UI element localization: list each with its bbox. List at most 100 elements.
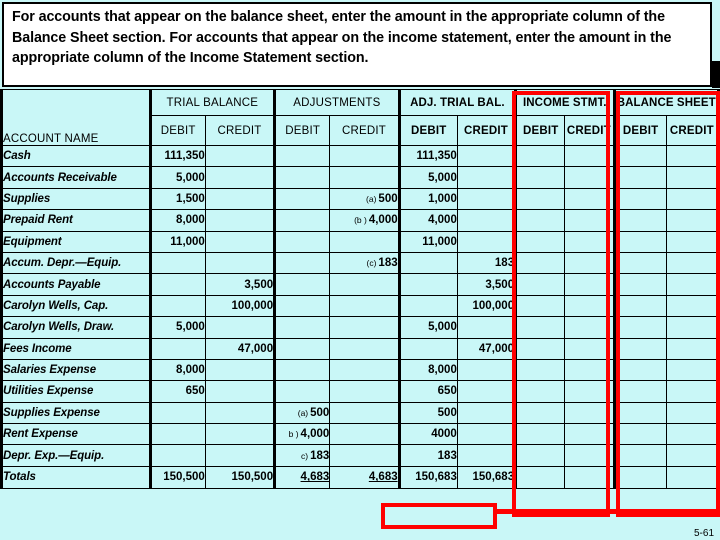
cell-value: 150,500 xyxy=(163,471,205,484)
subheader-tb-credit: CREDIT xyxy=(204,115,276,146)
cell-atb-credit xyxy=(456,423,517,446)
cell-value: 4,000 xyxy=(368,214,398,227)
cell-value: 500 xyxy=(378,192,398,205)
cell-is-credit xyxy=(564,444,615,467)
cell-value: 47,000 xyxy=(478,342,515,355)
table-row: Carolyn Wells, Cap. 100,000 100,000 xyxy=(0,294,720,318)
table-row: Utilities Expense 650 650 xyxy=(0,380,720,403)
cell-is-debit xyxy=(514,187,566,211)
cell-is-debit xyxy=(514,423,566,446)
cell-adj-credit: (a) 500 xyxy=(329,187,400,211)
cell-adj-credit: (c) 183 xyxy=(329,251,400,275)
adjustment-reference-letter: c) xyxy=(301,450,309,461)
cell-value: 183 xyxy=(494,257,515,270)
cell-bs-debit xyxy=(612,337,667,360)
cell-atb-debit: 111,350 xyxy=(397,144,458,168)
cell-value: 111,350 xyxy=(416,150,457,163)
table-row: Equipment 11,000 11,000 xyxy=(0,230,720,253)
cell-bs-credit xyxy=(665,316,720,339)
cell-adj-credit: 4,683 xyxy=(329,465,400,489)
cell-tb-debit: 650 xyxy=(148,380,206,403)
cell-bs-debit xyxy=(612,358,667,382)
table-row: Supplies Expense (a) 500 500 xyxy=(0,401,720,425)
cell-is-debit xyxy=(514,465,566,489)
cell-atb-debit: 4000 xyxy=(397,423,458,446)
account-name-cell: Carolyn Wells, Draw. xyxy=(0,316,151,339)
cell-adj-credit xyxy=(329,316,400,339)
cell-value: 4,683 xyxy=(300,471,330,484)
cell-tb-credit xyxy=(204,316,276,339)
cell-atb-credit xyxy=(456,316,517,339)
cell-tb-credit xyxy=(204,251,276,275)
cell-bs-credit xyxy=(665,273,720,296)
cell-bs-debit xyxy=(612,316,667,339)
cell-adj-debit: (a) 500 xyxy=(273,401,331,425)
cell-atb-credit: 150,683 xyxy=(456,465,517,489)
cell-adj-credit xyxy=(329,380,400,403)
cell-adj-debit: c) 183 xyxy=(273,444,331,467)
table-row: Carolyn Wells, Draw. 5,000 5,000 xyxy=(0,316,720,339)
group-header-balance-sheet: BALANCE SHEET xyxy=(612,89,720,116)
cell-is-credit xyxy=(564,401,615,425)
group-header-adjustments: ADJUSTMENTS xyxy=(273,89,400,116)
cell-tb-credit: 47,000 xyxy=(204,337,276,360)
cell-bs-credit xyxy=(665,358,720,382)
cell-atb-credit: 3,500 xyxy=(456,273,517,296)
account-name-cell: Prepaid Rent xyxy=(0,209,151,232)
cell-is-debit xyxy=(514,230,566,253)
cell-is-debit xyxy=(514,209,566,232)
subheader-atb-credit: CREDIT xyxy=(456,115,517,146)
cell-adj-debit xyxy=(273,166,331,189)
cell-value: 8,000 xyxy=(176,364,205,377)
cell-value: 500 xyxy=(437,406,457,419)
cell-adj-credit xyxy=(329,166,400,189)
cell-tb-credit xyxy=(204,166,276,189)
adjustment-reference-letter: (a) xyxy=(366,193,377,204)
cell-atb-debit: 11,000 xyxy=(397,230,458,253)
cell-atb-debit xyxy=(397,251,458,275)
cell-tb-debit xyxy=(148,423,206,446)
account-name-cell: Supplies Expense xyxy=(0,401,151,425)
cell-value: 183 xyxy=(437,449,457,462)
cell-is-credit xyxy=(564,358,615,382)
cell-tb-credit: 100,000 xyxy=(204,294,276,318)
cell-is-debit xyxy=(514,251,566,275)
cell-is-debit xyxy=(514,166,566,189)
account-name-cell: Salaries Expense xyxy=(0,358,151,382)
cell-is-debit xyxy=(514,294,566,318)
account-name-cell: Equipment xyxy=(0,230,151,253)
cell-adj-debit xyxy=(273,187,331,211)
cell-adj-credit: (b ) 4,000 xyxy=(329,209,400,232)
cell-atb-credit xyxy=(456,358,517,382)
cell-adj-debit xyxy=(273,294,331,318)
cell-bs-debit xyxy=(612,251,667,275)
table-row: Accounts Payable 3,500 3,500 xyxy=(0,273,720,296)
cell-tb-credit xyxy=(204,209,276,232)
cell-atb-credit xyxy=(456,401,517,425)
cell-bs-credit xyxy=(665,423,720,446)
cell-bs-debit xyxy=(612,401,667,425)
adjustment-reference-letter: (c) xyxy=(366,258,377,269)
cell-bs-credit xyxy=(665,380,720,403)
cell-value: 150,500 xyxy=(231,471,274,484)
table-row: Prepaid Rent 8,000 (b ) 4,000 4,000 xyxy=(0,209,720,232)
cell-bs-credit xyxy=(665,337,720,360)
account-name-cell: Depr. Exp.—Equip. xyxy=(0,444,151,467)
cell-bs-credit xyxy=(665,401,720,425)
cell-atb-debit: 4,000 xyxy=(397,209,458,232)
highlight-connector-horizontal xyxy=(493,509,720,514)
cell-bs-credit xyxy=(665,230,720,253)
account-name-cell: Accum. Depr.—Equip. xyxy=(0,251,151,275)
subheader-tb-debit: DEBIT xyxy=(148,115,206,146)
cell-tb-debit xyxy=(148,401,206,425)
cell-bs-credit xyxy=(665,166,720,189)
cell-adj-debit: 4,683 xyxy=(273,465,331,489)
cell-value: 1,000 xyxy=(428,192,457,205)
cell-is-credit xyxy=(564,230,615,253)
cell-atb-debit: 1,000 xyxy=(397,187,458,211)
cell-atb-debit: 5,000 xyxy=(397,166,458,189)
cell-is-credit xyxy=(564,316,615,339)
table-row: Accounts Receivable 5,000 5,000 xyxy=(0,166,720,189)
cell-bs-debit xyxy=(612,230,667,253)
table-row: Accum. Depr.—Equip. (c) 183 183 xyxy=(0,251,720,275)
